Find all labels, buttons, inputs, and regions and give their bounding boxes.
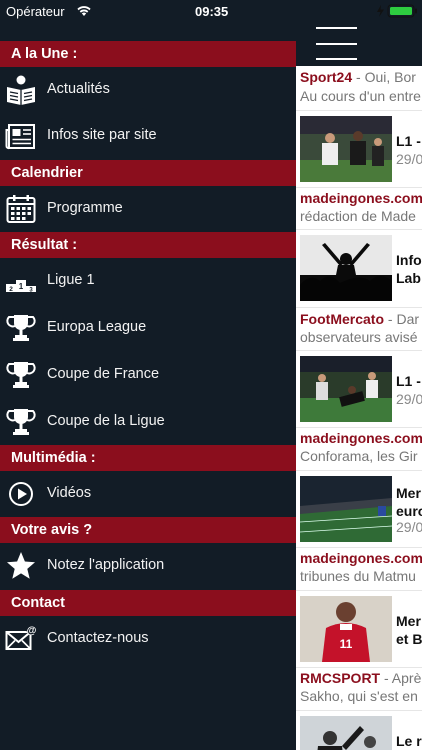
feed-source: RMCSPORT [300,670,381,686]
article-title-line-2: et B [396,631,422,647]
feed-source: madeingones.com [300,550,422,566]
svg-text:1: 1 [19,282,24,291]
section-header-resultat: Résultat : [0,232,296,258]
article-title-line-1: Info [396,252,422,268]
article-title-line-2: Lab [396,270,421,286]
menu-item-label: Coupe de France [47,366,160,382]
wifi-icon [77,6,91,16]
article-title: L1 - [396,373,421,389]
menu-item-contactez-nous[interactable]: @ Contactez-nous [0,616,296,662]
newspaper-icon [5,124,35,150]
newspaper-reader-icon [7,75,35,105]
feed-source: Sport24 [300,69,353,85]
svg-text:@: @ [27,626,37,637]
feed-item-source-line[interactable]: FootMercato - Dar [300,311,422,327]
svg-text:11: 11 [340,637,353,651]
feed-snippet: Oui, Bor [364,69,416,85]
trophy-icon [6,409,36,435]
article-thumbnail[interactable] [300,716,392,750]
section-header-calendrier: Calendrier [0,160,296,186]
envelope-at-icon: @ [5,625,37,650]
news-panel[interactable]: Sport24 - Oui, Bor Au cours d'un entre L… [296,0,422,750]
menu-item-coupe-de-la-ligue[interactable]: Coupe de la Ligue [0,399,296,445]
menu-item-label: Vidéos [47,485,92,501]
divider [296,590,422,591]
feed-item-source-line[interactable]: madeingones.com [300,190,422,206]
menu-item-europa-league[interactable]: Europa League [0,305,296,351]
feed-source: FootMercato [300,311,384,327]
feed-source: madeingones.com [300,190,422,206]
star-icon [7,552,35,579]
feed-item-summary: Au cours d'un entre [300,88,421,104]
clock: 09:35 [195,4,229,19]
divider [296,307,422,308]
divider [296,187,422,188]
article-thumbnail[interactable] [300,235,392,301]
calendar-icon [6,195,36,223]
article-date: 29/0 [396,151,422,167]
menu-item-label: Europa League [47,319,147,335]
battery-icon [377,4,417,18]
section-header-multimedia: Multimédia : [0,445,296,471]
feed-item-source-line[interactable]: madeingones.com [300,430,422,446]
feed-item-source-line[interactable]: RMCSPORT - Aprè [300,670,422,686]
divider [296,470,422,471]
divider [296,427,422,428]
divider [296,710,422,711]
feed-item-summary: rédaction de Made [300,208,416,224]
menu-item-infos-site-par-site[interactable]: Infos site par site [0,113,296,159]
menu-item-videos[interactable]: Vidéos [0,471,296,517]
article-date: 29/0 [396,391,422,407]
article-title-line-1: Mer [396,485,421,501]
menu-item-label: Programme [47,200,123,216]
feed-item-summary: Sakho, qui s'est en [300,688,418,704]
menu-item-coupe-de-france[interactable]: Coupe de France [0,352,296,398]
menu-item-label: Ligue 1 [47,272,95,288]
article-thumbnail[interactable] [300,116,392,182]
menu-item-actualites[interactable]: Actualités [0,67,296,113]
feed-item-summary: Conforama, les Gir [300,448,418,464]
feed-snippet: Dar [396,311,420,327]
hamburger-menu-icon[interactable] [316,27,357,61]
trophy-icon [6,362,36,388]
feed-item-summary: observateurs avisé [300,329,418,345]
article-date: 29/0 [396,519,422,535]
feed-item-summary: tribunes du Matmu [300,568,416,584]
divider [296,667,422,668]
article-thumbnail[interactable] [300,356,392,422]
carrier-label: Opérateur [6,4,65,19]
divider [296,229,422,230]
divider [296,547,422,548]
section-header-a-la-une: A la Une : [0,41,296,67]
article-title: L1 - [396,133,421,149]
article-title: Le r [396,733,422,749]
article-thumbnail[interactable]: 11 [300,596,392,662]
status-left: Opérateur 09:35 [6,3,302,21]
side-menu: A la Une : Actualités Infos site par sit… [0,0,296,750]
svg-text:2: 2 [9,286,13,293]
play-circle-icon [9,482,33,506]
divider [296,350,422,351]
trophy-icon [6,315,36,341]
feed-item-source-line[interactable]: Sport24 - Oui, Bor [300,69,422,85]
menu-item-ligue-1[interactable]: 1 2 3 Ligue 1 [0,258,296,304]
podium-icon: 1 2 3 [6,280,36,294]
article-thumbnail[interactable] [300,476,392,542]
menu-item-label: Coupe de la Ligue [47,413,165,429]
feed-snippet: Aprè [391,670,422,686]
menu-item-label: Actualités [47,81,110,97]
section-header-votre-avis: Votre avis ? [0,517,296,543]
feed-item-source-line[interactable]: madeingones.com [300,550,422,566]
menu-item-label: Notez l'application [47,557,165,573]
divider [296,110,422,111]
status-bar: Opérateur 09:35 [0,0,422,22]
menu-item-notez-l-application[interactable]: Notez l'application [0,543,296,589]
feed-source: madeingones.com [300,430,422,446]
article-title-line-2: euro [396,503,422,519]
article-title-line-1: Mer [396,613,421,629]
section-header-contact: Contact [0,590,296,616]
menu-item-programme[interactable]: Programme [0,186,296,232]
menu-item-label: Infos site par site [47,127,157,143]
menu-item-label: Contactez-nous [47,630,149,646]
